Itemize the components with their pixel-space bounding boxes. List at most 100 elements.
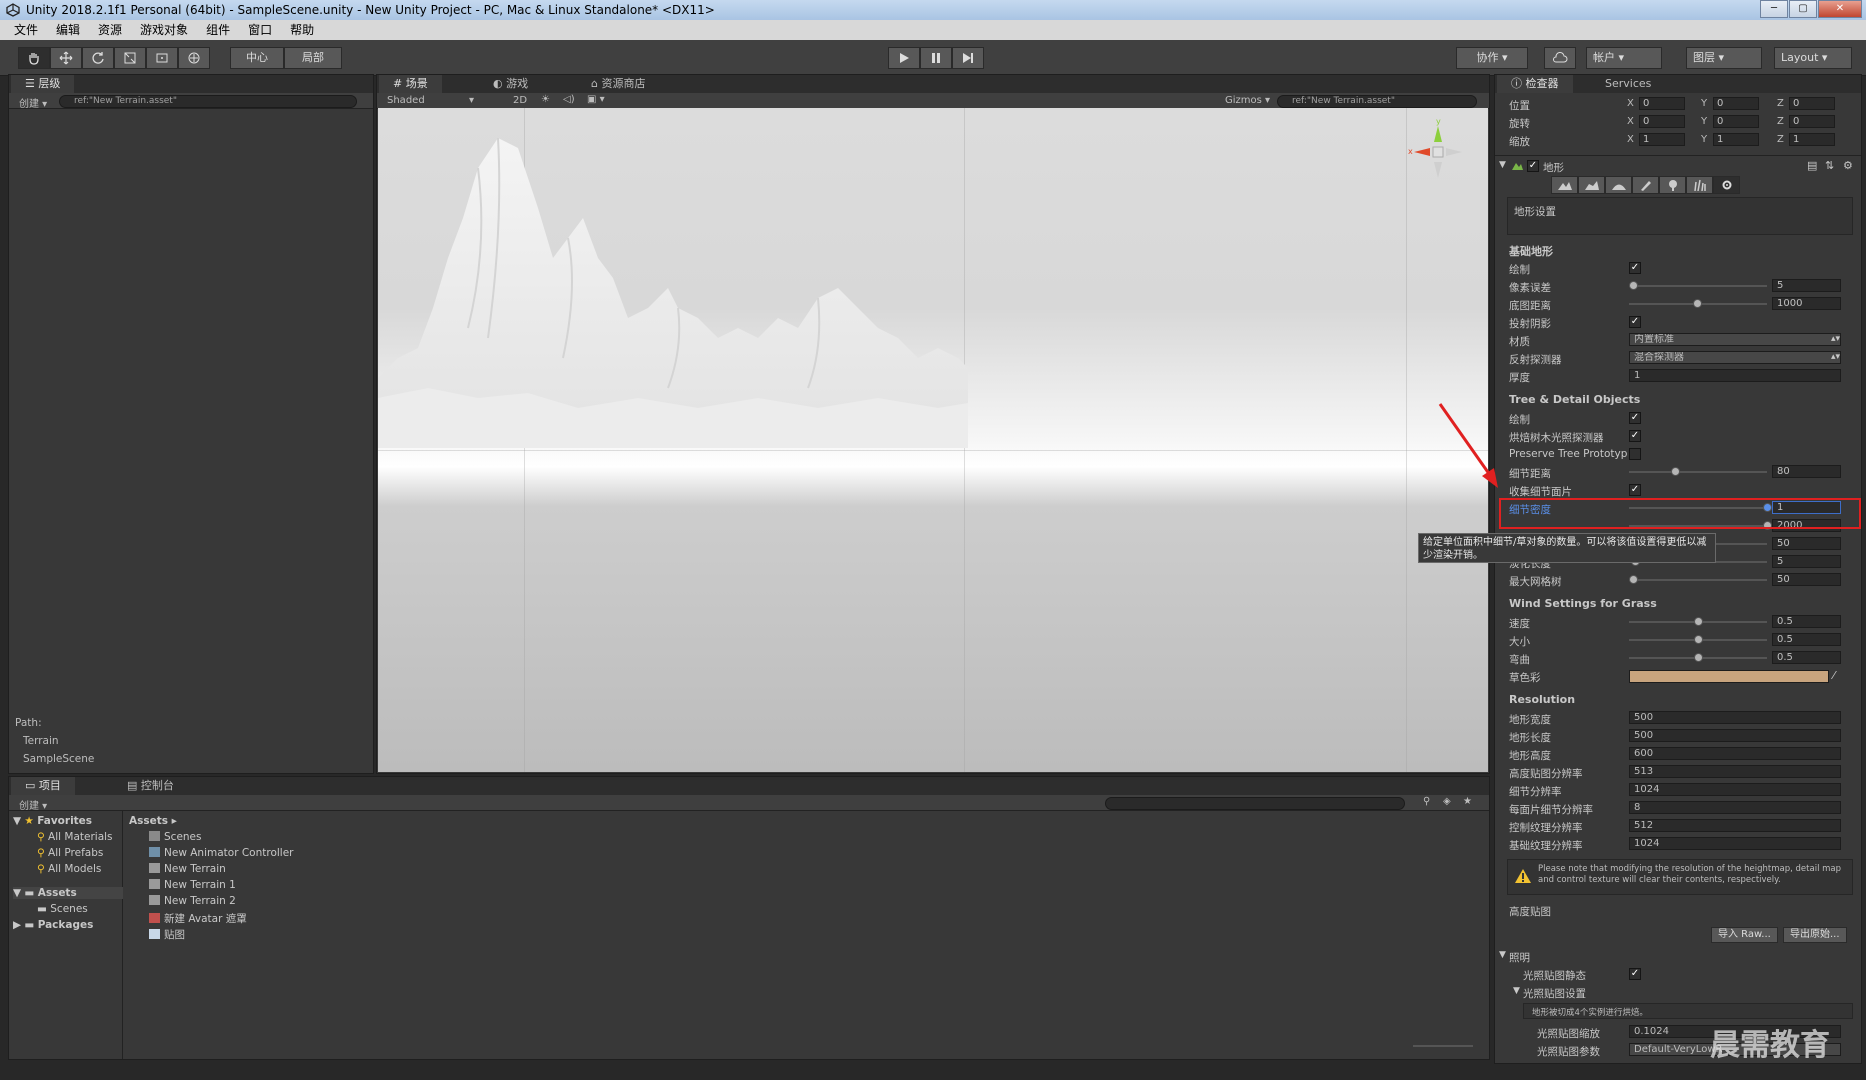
favorites-folder[interactable]: ▼ ★ Favorites [13, 815, 92, 827]
reflection-probes-dropdown[interactable]: 混合探测器 [1629, 351, 1841, 364]
filter-type-icon[interactable]: ⚲ [1423, 796, 1430, 807]
menu-file[interactable]: 文件 [14, 20, 38, 40]
scale-tool-button[interactable] [114, 47, 146, 69]
terrain-length-field[interactable]: 500 [1629, 729, 1841, 742]
asset-avatar-mask[interactable]: 新建 Avatar 遮罩 [149, 911, 247, 926]
scale-z-field[interactable]: 1 [1789, 133, 1835, 146]
tab-project[interactable]: ▭ 项目 [11, 777, 75, 795]
scene-search-input[interactable]: ref:"New Terrain.asset" [1277, 95, 1477, 108]
draw-terrain-checkbox[interactable]: ✓ [1629, 262, 1641, 274]
close-button[interactable]: ✕ [1818, 0, 1862, 18]
maximize-button[interactable]: ▢ [1789, 0, 1817, 18]
rotate-tool-button[interactable] [82, 47, 114, 69]
paint-texture-button[interactable] [1632, 176, 1659, 194]
pixel-error-slider[interactable] [1629, 281, 1638, 290]
raise-terrain-button[interactable] [1551, 176, 1578, 194]
layout-dropdown[interactable]: Layout ▾ [1774, 47, 1852, 69]
lighting-toggle-icon[interactable]: ☀ [541, 94, 550, 105]
import-raw-button[interactable]: 导入 Raw... [1711, 927, 1778, 943]
base-texture-field[interactable]: 1024 [1629, 837, 1841, 850]
menu-component[interactable]: 组件 [206, 20, 230, 40]
detail-per-patch-field[interactable]: 8 [1629, 801, 1841, 814]
wind-speed-slider[interactable] [1694, 617, 1703, 626]
mode-2d-toggle[interactable]: 2D [513, 95, 527, 106]
tab-game[interactable]: ◐ 游戏 [479, 75, 542, 93]
terrain-width-field[interactable]: 500 [1629, 711, 1841, 724]
asset-texture[interactable]: 贴图 [149, 927, 185, 942]
pivot-toggle[interactable]: 中心 [230, 47, 284, 69]
tab-hierarchy[interactable]: ☰ 层级 [11, 75, 75, 93]
hierarchy-create-dropdown[interactable]: 创建 ▾ [19, 95, 47, 110]
tab-console[interactable]: ▤ 控制台 [113, 777, 188, 795]
smooth-height-button[interactable] [1605, 176, 1632, 194]
rect-tool-button[interactable] [146, 47, 178, 69]
favorite-all-prefabs[interactable]: ⚲ All Prefabs [37, 847, 103, 859]
asset-new-terrain-2[interactable]: New Terrain 2 [149, 895, 236, 907]
scale-x-field[interactable]: 1 [1639, 133, 1685, 146]
tab-asset-store[interactable]: ⌂ 资源商店 [577, 75, 659, 93]
material-dropdown[interactable]: 内置标准 [1629, 333, 1841, 346]
assets-scenes-folder[interactable]: ▬ Scenes [37, 903, 88, 915]
menu-edit[interactable]: 编辑 [56, 20, 80, 40]
effects-toggle-icon[interactable]: ▣ ▾ [587, 94, 605, 105]
draw-trees-checkbox[interactable]: ✓ [1629, 412, 1641, 424]
place-trees-button[interactable] [1659, 176, 1686, 194]
grass-tint-swatch[interactable] [1629, 670, 1829, 683]
favorite-all-materials[interactable]: ⚲ All Materials [37, 831, 113, 843]
terrain-mesh[interactable] [378, 108, 978, 448]
scene-viewport[interactable]: y x [378, 108, 1488, 772]
cast-shadows-checkbox[interactable]: ✓ [1629, 316, 1641, 328]
wind-size-slider[interactable] [1694, 635, 1703, 644]
export-raw-button[interactable]: 导出原始... [1783, 927, 1847, 943]
path-item-terrain[interactable]: Terrain [23, 735, 59, 747]
position-y-field[interactable]: 0 [1713, 97, 1759, 110]
control-texture-field[interactable]: 512 [1629, 819, 1841, 832]
basemap-distance-field[interactable]: 1000 [1772, 297, 1841, 310]
collect-detail-checkbox[interactable]: ✓ [1629, 484, 1641, 496]
minimize-button[interactable]: ─ [1760, 0, 1788, 18]
detail-distance-slider[interactable] [1671, 467, 1680, 476]
terrain-enabled-checkbox[interactable]: ✓ [1527, 160, 1539, 172]
gear-icon[interactable]: ⚙ [1843, 159, 1853, 172]
shading-mode-dropdown[interactable]: Shaded [387, 95, 425, 106]
heightmap-resolution-field[interactable]: 513 [1629, 765, 1841, 778]
icon-size-slider[interactable] [1413, 1045, 1473, 1047]
preset-icon[interactable]: ⇅ [1825, 159, 1834, 172]
position-z-field[interactable]: 0 [1789, 97, 1835, 110]
asset-new-terrain-1[interactable]: New Terrain 1 [149, 879, 236, 891]
wind-bending-slider[interactable] [1694, 653, 1703, 662]
foldout-arrow-icon[interactable]: ▼ [1499, 160, 1506, 170]
audio-toggle-icon[interactable]: ◁) [563, 94, 575, 105]
scene-orientation-gizmo-icon[interactable]: y x [1408, 118, 1468, 188]
preserve-tree-checkbox[interactable] [1629, 448, 1641, 460]
gizmos-dropdown[interactable]: Gizmos ▾ [1225, 95, 1270, 106]
assets-folder[interactable]: ▼ ▬ Assets [13, 887, 123, 899]
project-breadcrumb[interactable]: Assets ▸ [129, 815, 177, 827]
project-search-input[interactable] [1105, 797, 1405, 810]
layers-dropdown[interactable]: 图层 ▾ [1686, 47, 1762, 69]
wind-speed-field[interactable]: 0.5 [1772, 615, 1841, 628]
lightmap-foldout-arrow-icon[interactable]: ▼ [1513, 986, 1520, 996]
terrain-component-header[interactable]: ▼ ✓ 地形 ▤ ⇅ ⚙ [1495, 159, 1855, 174]
asset-animator-controller[interactable]: New Animator Controller [149, 847, 294, 859]
hierarchy-search-input[interactable]: ref:"New Terrain.asset" [59, 95, 357, 108]
collab-dropdown[interactable]: 协作 ▾ [1456, 47, 1528, 69]
bake-light-probes-checkbox[interactable]: ✓ [1629, 430, 1641, 442]
max-mesh-trees-slider[interactable] [1629, 575, 1638, 584]
play-button[interactable] [888, 47, 920, 69]
asset-scenes[interactable]: Scenes [149, 831, 201, 843]
project-create-dropdown[interactable]: 创建 ▾ [19, 797, 47, 812]
rotation-z-field[interactable]: 0 [1789, 115, 1835, 128]
thickness-field[interactable]: 1 [1629, 369, 1841, 382]
cloud-button[interactable] [1544, 47, 1576, 69]
paint-height-button[interactable] [1578, 176, 1605, 194]
lighting-foldout[interactable]: ▼ 照明 [1495, 949, 1855, 964]
filter-label-icon[interactable]: ◈ [1443, 796, 1451, 807]
space-toggle[interactable]: 局部 [284, 47, 342, 69]
hand-tool-button[interactable] [18, 47, 50, 69]
pause-button[interactable] [920, 47, 952, 69]
rotation-x-field[interactable]: 0 [1639, 115, 1685, 128]
detail-distance-field[interactable]: 80 [1772, 465, 1841, 478]
menu-help[interactable]: 帮助 [290, 20, 314, 40]
lighting-foldout-arrow-icon[interactable]: ▼ [1499, 950, 1506, 960]
